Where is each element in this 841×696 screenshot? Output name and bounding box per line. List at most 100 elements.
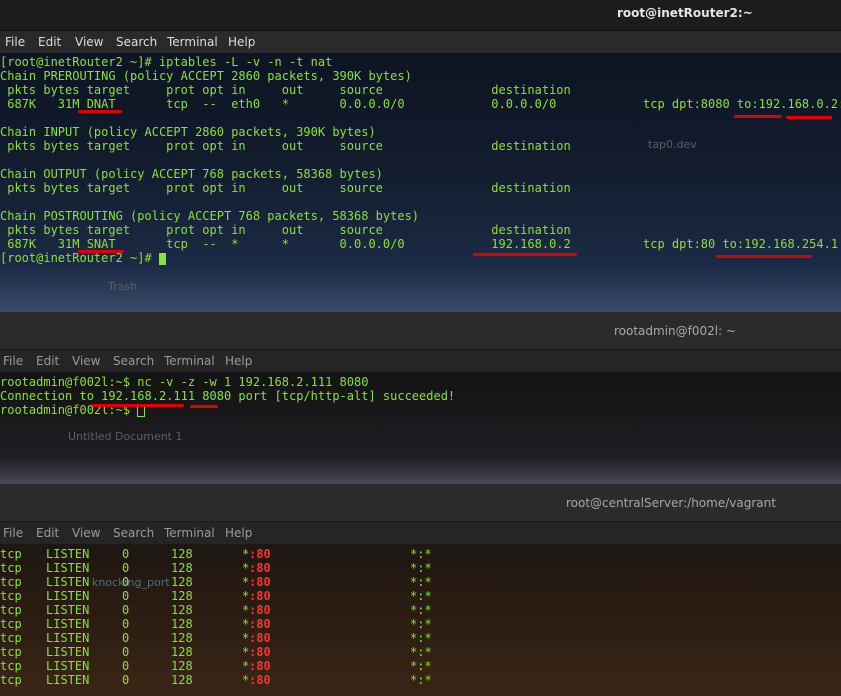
netstat-row: tcp LISTEN 0 128 *:80 *:* [0, 673, 841, 687]
menu-view[interactable]: View [72, 354, 100, 368]
text-cursor [158, 252, 166, 265]
red-underline-annotation [473, 253, 577, 256]
terminal-prompt: [root@inetRouter2 ~]# [0, 251, 166, 265]
local-port-cell: :80 [249, 645, 271, 659]
terminal-line: [root@inetRouter2 ~]# iptables -L -v -n … [0, 55, 333, 69]
terminal-output[interactable]: tap0.dev Trash [root@inetRouter2 ~]# ipt… [0, 54, 841, 312]
red-underline-annotation [786, 116, 832, 119]
sendq-cell: 128 [171, 589, 193, 603]
local-port-cell: :80 [249, 631, 271, 645]
window-titlebar[interactable]: root@centralServer:/home/vagrant [0, 484, 841, 521]
proto-cell: tcp [0, 547, 22, 561]
peer-cell: *:* [410, 673, 432, 687]
state-cell: LISTEN [46, 547, 90, 561]
red-underline-annotation [78, 110, 122, 113]
terminal-line: Chain PREROUTING (policy ACCEPT 2860 pac… [0, 69, 412, 83]
local-port-cell: :80 [249, 547, 271, 561]
terminal-output[interactable]: Untitled Document 1 rootadmin@f002l:~$ n… [0, 374, 841, 482]
proto-cell: tcp [0, 673, 22, 687]
recvq-cell: 0 [122, 547, 130, 561]
netstat-row: tcp LISTEN 0 128 *:80 *:* [0, 589, 841, 603]
menu-edit[interactable]: Edit [38, 35, 61, 49]
state-cell: LISTEN [46, 659, 90, 673]
local-port-cell: :80 [249, 589, 271, 603]
window-titlebar[interactable]: root@inetRouter2:~ [0, 0, 841, 30]
recvq-cell: 0 [122, 589, 130, 603]
sendq-cell: 128 [171, 575, 193, 589]
menu-terminal[interactable]: Terminal [164, 526, 215, 540]
proto-cell: tcp [0, 603, 22, 617]
menu-terminal[interactable]: Terminal [167, 35, 218, 49]
recvq-cell: 0 [122, 575, 130, 589]
recvq-cell: 0 [122, 645, 130, 659]
state-cell: LISTEN [46, 575, 90, 589]
red-underline-annotation [78, 250, 124, 253]
proto-cell: tcp [0, 631, 22, 645]
terminal-window-centralserver: root@centralServer:/home/vagrant File Ed… [0, 484, 841, 696]
terminal-line: pkts bytes target prot opt in out source… [0, 181, 571, 195]
red-underline-annotation [92, 404, 184, 407]
terminal-line: Connection to 192.168.2.111 8080 port [t… [0, 389, 456, 403]
peer-cell: *:* [410, 645, 432, 659]
recvq-cell: 0 [122, 561, 130, 575]
menu-help[interactable]: Help [225, 526, 252, 540]
recvq-cell: 0 [122, 673, 130, 687]
terminal-line: 687K 31M SNAT tcp -- * * 0.0.0.0/0 192.1… [0, 237, 839, 251]
menu-file[interactable]: File [3, 526, 23, 540]
menu-help[interactable]: Help [228, 35, 255, 49]
peer-cell: *:* [410, 561, 432, 575]
terminal-line: Chain OUTPUT (policy ACCEPT 768 packets,… [0, 167, 383, 181]
local-port-cell: :80 [249, 673, 271, 687]
desktop-icon-label: tap0.dev [648, 138, 697, 151]
local-port-cell: :80 [249, 603, 271, 617]
menu-file[interactable]: File [5, 35, 25, 49]
proto-cell: tcp [0, 589, 22, 603]
sendq-cell: 128 [171, 645, 193, 659]
menu-edit[interactable]: Edit [36, 526, 59, 540]
sendq-cell: 128 [171, 603, 193, 617]
menu-search[interactable]: Search [116, 35, 157, 49]
state-cell: LISTEN [46, 617, 90, 631]
menu-view[interactable]: View [72, 526, 100, 540]
red-underline-annotation [734, 115, 782, 118]
state-cell: LISTEN [46, 561, 90, 575]
terminal-window-inetrouter2: root@inetRouter2:~ File Edit View Search… [0, 0, 841, 312]
menu-search[interactable]: Search [113, 526, 154, 540]
menu-file[interactable]: File [3, 354, 23, 368]
red-underline-annotation [716, 255, 812, 258]
peer-cell: *:* [410, 575, 432, 589]
peer-cell: *:* [410, 603, 432, 617]
terminal-line: pkts bytes target prot opt in out source… [0, 83, 571, 97]
netstat-row: tcp LISTEN 0 128 *:80 *:* [0, 659, 841, 673]
netstat-row: tcp LISTEN 0 128 *:80 *:* [0, 617, 841, 631]
sendq-cell: 128 [171, 631, 193, 645]
proto-cell: tcp [0, 645, 22, 659]
peer-cell: *:* [410, 547, 432, 561]
local-port-cell: :80 [249, 617, 271, 631]
red-underline-annotation [190, 405, 218, 408]
window-titlebar[interactable]: rootadmin@f002l: ~ [0, 312, 841, 349]
menu-view[interactable]: View [75, 35, 103, 49]
netstat-row: tcp LISTEN 0 128 *:80 *:* [0, 547, 841, 561]
terminal-line: rootadmin@f002l:~$ nc -v -z -w 1 192.168… [0, 375, 369, 389]
proto-cell: tcp [0, 659, 22, 673]
menu-terminal[interactable]: Terminal [164, 354, 215, 368]
terminal-line: Chain INPUT (policy ACCEPT 2860 packets,… [0, 125, 376, 139]
menu-bar: File Edit View Search Terminal Help [0, 350, 841, 372]
sendq-cell: 128 [171, 673, 193, 687]
recvq-cell: 0 [122, 603, 130, 617]
netstat-row: tcp LISTEN 0 128 *:80 *:* [0, 645, 841, 659]
state-cell: LISTEN [46, 645, 90, 659]
menu-bar: File Edit View Search Terminal Help [0, 522, 841, 544]
proto-cell: tcp [0, 561, 22, 575]
terminal-line: pkts bytes target prot opt in out source… [0, 223, 571, 237]
state-cell: LISTEN [46, 603, 90, 617]
desktop-icon-label: Trash [108, 280, 138, 293]
terminal-output[interactable]: knocking_port tcp LISTEN 0 128 *:80 *:* tcp LIS… [0, 546, 841, 696]
menu-bar: File Edit View Search Terminal Help [0, 31, 841, 53]
menu-edit[interactable]: Edit [36, 354, 59, 368]
recvq-cell: 0 [122, 631, 130, 645]
menu-search[interactable]: Search [113, 354, 154, 368]
menu-help[interactable]: Help [225, 354, 252, 368]
prompt-text: [root@inetRouter2 ~]# [0, 251, 159, 265]
